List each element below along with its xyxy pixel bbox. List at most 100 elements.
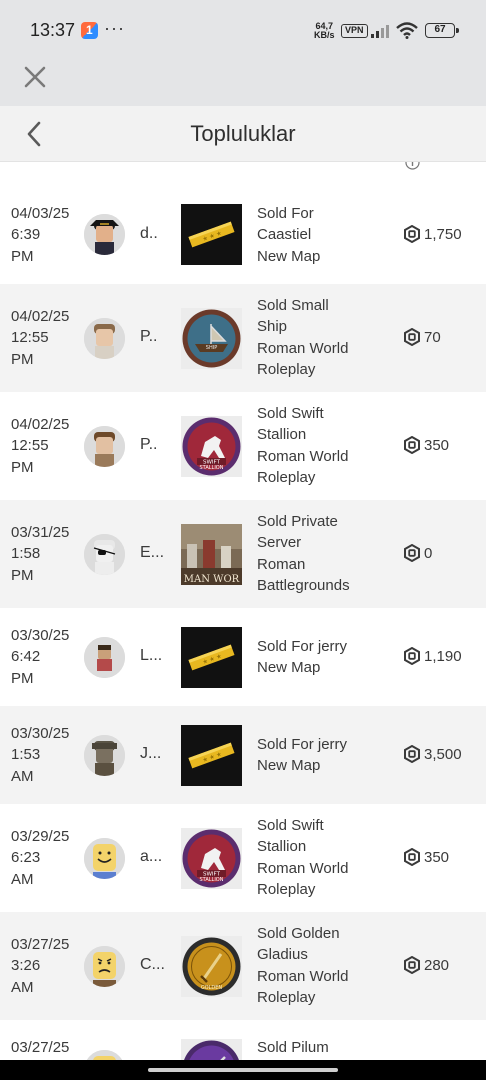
user-avatar[interactable] <box>84 318 125 359</box>
transactions-list[interactable]: 04/03/25 6:39 PM d.. ★ ★ ★ Sold For Caastiel Ne… <box>0 162 486 1060</box>
robux-amount: 0 <box>403 544 432 562</box>
item-thumbnail[interactable]: ★ ★ ★ <box>181 725 242 786</box>
transaction-description-line: Sold For <box>257 205 314 222</box>
user-avatar[interactable] <box>84 534 125 575</box>
robux-amount: 350 <box>403 436 449 454</box>
transaction-description-line[interactable]: Roman World <box>257 966 387 987</box>
user-avatar[interactable] <box>84 1050 125 1060</box>
user-avatar[interactable] <box>84 735 125 776</box>
transaction-date-line: 12:55 <box>11 329 49 347</box>
transaction-description-line[interactable]: Caastiel <box>257 224 387 245</box>
transaction-description-line[interactable]: Gladius <box>257 944 387 965</box>
transaction-description-line[interactable]: Stallion <box>257 424 387 445</box>
transaction-row[interactable]: 03/27/25 Sold Pilum <box>0 1020 486 1060</box>
transaction-description-line[interactable]: Battlegrounds <box>257 575 387 596</box>
item-thumbnail[interactable]: ★ ★ ★ <box>181 204 242 265</box>
battery-icon: 67 <box>425 23 459 38</box>
status-time: 13:37 <box>30 20 76 40</box>
transaction-description-line[interactable]: Roman World <box>257 446 387 467</box>
transaction-row[interactable]: 04/03/25 6:39 PM d.. ★ ★ ★ Sold For Caastiel Ne… <box>0 185 486 284</box>
username[interactable]: P.. <box>140 436 158 454</box>
transaction-description-line[interactable]: New Map <box>257 657 387 678</box>
robux-icon <box>403 436 421 454</box>
username[interactable]: E... <box>140 544 164 562</box>
app-notification-icon <box>81 22 98 39</box>
transaction-description-line[interactable]: Roleplay <box>257 987 387 1008</box>
system-nav-bar <box>0 1060 486 1080</box>
transaction-description: Sold For jerry New Map <box>257 636 387 679</box>
transaction-description-line[interactable]: Server <box>257 532 387 553</box>
robux-amount: 1,190 <box>403 647 462 665</box>
transaction-date: 03/29/25 6:23 AM <box>11 826 69 890</box>
transaction-date-line: PM <box>11 669 34 687</box>
robux-value: 70 <box>424 328 441 346</box>
user-avatar[interactable] <box>84 838 125 879</box>
transaction-description-line[interactable]: Roleplay <box>257 359 387 380</box>
transaction-date-line: 03/31/25 <box>11 524 70 541</box>
item-thumbnail[interactable]: SWIFT STALLION <box>181 828 242 889</box>
svg-text:GOLDEN: GOLDEN <box>201 985 223 991</box>
transaction-description-line[interactable]: New Map <box>257 246 387 267</box>
transaction-date: 03/30/25 6:42 PM <box>11 625 69 689</box>
transaction-description-line[interactable]: Roleplay <box>257 879 387 900</box>
robux-amount: 280 <box>403 956 449 974</box>
robux-amount: 70 <box>403 328 441 346</box>
transaction-date-line: 6:42 <box>11 648 41 666</box>
transaction-description-line[interactable]: New Map <box>257 755 387 776</box>
username[interactable]: P.. <box>140 328 158 346</box>
transaction-date-line: 03/27/25 <box>11 1039 70 1056</box>
user-avatar[interactable] <box>84 214 125 255</box>
username[interactable]: L... <box>140 647 162 665</box>
transaction-description-line[interactable]: Ship <box>257 316 387 337</box>
transaction-row[interactable]: 04/02/25 12:55 PM P.. SHIP Sold Small Ship Roma… <box>0 284 486 392</box>
username[interactable]: C... <box>140 956 165 974</box>
transaction-row[interactable]: 03/30/25 6:42 PM L... ★ ★ ★ Sold For jerry New… <box>0 608 486 706</box>
transaction-date-line: 03/27/25 <box>11 936 70 953</box>
robux-icon <box>403 956 421 974</box>
user-avatar[interactable] <box>84 946 125 987</box>
transaction-date-line: 6:39 <box>11 226 41 244</box>
transaction-row[interactable]: 04/02/25 12:55 PM P.. SWIFT STALLION Sold Swif… <box>0 392 486 500</box>
transaction-row[interactable]: 03/29/25 6:23 AM a... SWIFT STALLION Sold Swif… <box>0 804 486 912</box>
transaction-date: 03/30/25 1:53 AM <box>11 723 69 787</box>
close-icon[interactable] <box>22 64 48 90</box>
item-thumbnail[interactable]: SHIP <box>181 308 242 369</box>
transaction-description-line[interactable]: Stallion <box>257 836 387 857</box>
transaction-description: Sold Pilum <box>257 1037 387 1058</box>
transaction-description: Sold Small Ship Roman World Roleplay <box>257 295 387 380</box>
transaction-row[interactable]: 03/30/25 1:53 AM J... ★ ★ ★ Sold For jerry New… <box>0 706 486 804</box>
transaction-row[interactable]: 03/31/25 1:58 PM E... MAN WOR Sold Private Ser… <box>0 500 486 608</box>
username[interactable]: d.. <box>140 225 158 243</box>
robux-icon <box>403 647 421 665</box>
item-thumbnail[interactable]: MAN WOR <box>181 524 242 585</box>
transaction-description-line[interactable]: Roman World <box>257 858 387 879</box>
transaction-description-line: Sold Private <box>257 513 338 530</box>
item-thumbnail[interactable] <box>181 1039 242 1060</box>
transaction-description-line[interactable]: Roman World <box>257 338 387 359</box>
status-bar: 13:37 ··· 64,7 KB/s VPN 67 <box>0 0 486 56</box>
user-avatar[interactable] <box>84 426 125 467</box>
transaction-date-line: AM <box>11 870 34 888</box>
transaction-description: Sold Golden Gladius Roman World Roleplay <box>257 923 387 1008</box>
transaction-date-line: 04/03/25 <box>11 205 70 222</box>
robux-icon <box>403 745 421 763</box>
username[interactable]: a... <box>140 848 162 866</box>
transaction-description-line[interactable]: Roman <box>257 554 387 575</box>
item-thumbnail[interactable]: ★ ★ ★ <box>181 627 242 688</box>
item-thumbnail[interactable]: SWIFT STALLION <box>181 416 242 477</box>
transaction-description-line[interactable]: Roleplay <box>257 467 387 488</box>
page-header: Topluluklar <box>0 106 486 162</box>
transaction-date: 03/27/25 <box>11 1037 69 1060</box>
network-speed-unit: KB/s <box>314 30 335 40</box>
home-gesture-handle[interactable] <box>148 1068 338 1072</box>
user-avatar[interactable] <box>84 637 125 678</box>
transaction-description-line: Sold For jerry <box>257 736 348 753</box>
info-icon[interactable] <box>405 162 420 170</box>
transaction-date-line: 3:26 <box>11 957 41 975</box>
robux-value: 350 <box>424 436 450 454</box>
transaction-date-line: 1:58 <box>11 545 41 563</box>
item-thumbnail[interactable]: GOLDEN <box>181 936 242 997</box>
transaction-row[interactable]: 03/27/25 3:26 AM C... GOLDEN Sold Golden Gladi… <box>0 912 486 1020</box>
username[interactable]: J... <box>140 745 161 763</box>
transaction-description: Sold Swift Stallion Roman World Roleplay <box>257 403 387 488</box>
